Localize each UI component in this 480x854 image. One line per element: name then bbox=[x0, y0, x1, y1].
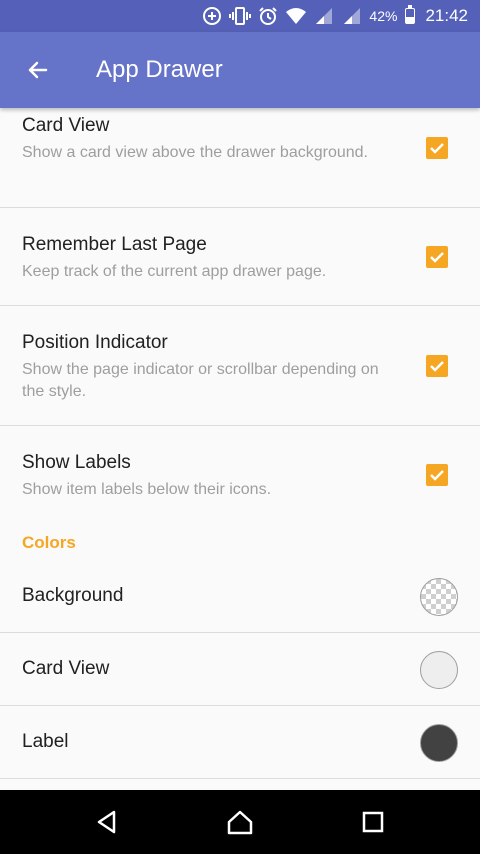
pref-summary: Show the page indicator or scrollbar dep… bbox=[22, 361, 379, 400]
status-bar: 42% 21:42 bbox=[0, 0, 480, 32]
category-header-colors: Colors bbox=[22, 533, 76, 552]
back-triangle-icon bbox=[97, 810, 115, 834]
card-view-color-swatch[interactable] bbox=[420, 651, 458, 689]
color-pref-label[interactable]: Label bbox=[0, 706, 480, 779]
color-pref-background[interactable]: Background bbox=[0, 560, 480, 633]
data-saver-icon bbox=[201, 5, 223, 27]
arrow-back-icon bbox=[28, 61, 48, 79]
signal-icon bbox=[341, 5, 363, 27]
pref-position-indicator[interactable]: Position Indicator Show the page indicat… bbox=[0, 306, 480, 426]
check-icon bbox=[430, 361, 444, 372]
remember-last-page-checkbox[interactable] bbox=[426, 246, 448, 268]
nav-home-button[interactable] bbox=[210, 792, 270, 852]
pref-title: Background bbox=[22, 585, 124, 606]
pref-title: Show Labels bbox=[22, 452, 131, 473]
pref-title: Remember Last Page bbox=[22, 234, 207, 255]
color-pref-card-view[interactable]: Card View bbox=[0, 633, 480, 706]
nav-recents-button[interactable] bbox=[343, 792, 403, 852]
back-button[interactable] bbox=[0, 32, 76, 108]
position-indicator-checkbox[interactable] bbox=[426, 355, 448, 377]
pref-title: Card View bbox=[22, 658, 110, 679]
app-bar: App Drawer bbox=[0, 32, 480, 108]
pref-summary: Show item labels below their icons. bbox=[22, 481, 272, 498]
recents-icon bbox=[363, 811, 384, 833]
signal-icon bbox=[313, 5, 335, 27]
pref-summary: Show a card view above the drawer backgr… bbox=[22, 144, 368, 161]
alarm-icon bbox=[257, 5, 279, 27]
page-title: App Drawer bbox=[96, 56, 223, 83]
background-color-swatch[interactable] bbox=[420, 578, 458, 616]
navigation-bar bbox=[0, 790, 480, 854]
label-color-swatch[interactable] bbox=[420, 724, 458, 762]
pref-summary: Keep track of the current app drawer pag… bbox=[22, 263, 327, 280]
clock: 21:42 bbox=[425, 6, 468, 25]
wifi-icon bbox=[285, 5, 307, 27]
pref-title: Card View bbox=[22, 115, 110, 136]
battery-icon bbox=[405, 5, 416, 24]
settings-list[interactable]: Card View Show a card view above the dra… bbox=[0, 108, 480, 790]
vibrate-icon bbox=[229, 5, 252, 27]
battery-percent: 42% bbox=[369, 8, 398, 24]
pref-title: Label bbox=[22, 731, 69, 752]
show-labels-checkbox[interactable] bbox=[426, 464, 448, 486]
check-icon bbox=[430, 143, 444, 154]
check-icon bbox=[430, 252, 444, 263]
pref-title: Position Indicator bbox=[22, 332, 168, 353]
nav-back-button[interactable] bbox=[77, 792, 137, 852]
pref-show-labels[interactable]: Show Labels Show item labels below their… bbox=[0, 426, 480, 526]
home-icon bbox=[227, 810, 253, 835]
pref-card-view[interactable]: Card View Show a card view above the dra… bbox=[0, 108, 480, 208]
pref-remember-last-page[interactable]: Remember Last Page Keep track of the cur… bbox=[0, 208, 480, 306]
card-view-checkbox[interactable] bbox=[426, 137, 448, 159]
check-icon bbox=[430, 470, 444, 481]
